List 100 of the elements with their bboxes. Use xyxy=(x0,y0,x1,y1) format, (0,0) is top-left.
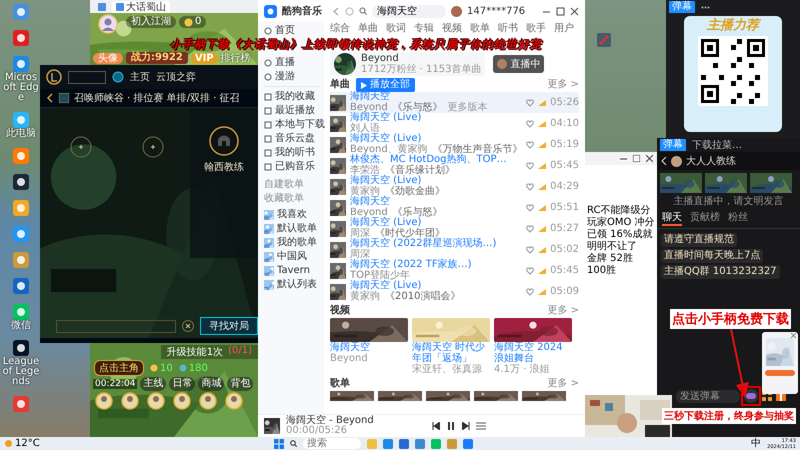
sidebar-item[interactable]: 首页 xyxy=(264,24,324,37)
app-icon[interactable] xyxy=(12,339,30,357)
mode-tag[interactable]: 弹幕 xyxy=(669,1,695,13)
character-icon[interactable] xyxy=(121,392,139,410)
sidebar-item[interactable]: 漫游 xyxy=(264,70,324,83)
previous-icon[interactable] xyxy=(432,422,440,430)
playlist-tab[interactable]: 收藏歌单 xyxy=(264,191,304,205)
close-icon[interactable] xyxy=(570,6,579,16)
avatar-icon[interactable] xyxy=(98,14,118,34)
play-button[interactable] xyxy=(68,70,106,84)
more-link[interactable]: 更多 > xyxy=(547,377,579,391)
close-icon[interactable] xyxy=(182,320,194,332)
menu-button[interactable]: 商城 xyxy=(198,377,224,391)
search-tab[interactable]: 专辑 xyxy=(414,22,434,35)
download-button[interactable] xyxy=(765,370,795,376)
sidebar-item[interactable]: 已购音乐 xyxy=(264,160,324,173)
add-icon[interactable] xyxy=(70,136,92,158)
song-title[interactable]: 海阔天空 (2022群星巡演现场…) xyxy=(350,239,522,250)
sidebar-item[interactable]: 中国风 xyxy=(264,250,324,263)
search-tab[interactable]: 歌手 xyxy=(526,22,546,35)
search-tab[interactable]: 用户 xyxy=(554,22,574,35)
song-title[interactable]: 海阔天空 (Live) xyxy=(350,281,522,292)
sidebar-item[interactable]: 最近播放 xyxy=(264,104,324,117)
heart-icon[interactable] xyxy=(526,162,534,170)
qr-code-icon[interactable] xyxy=(698,36,768,106)
menu-button[interactable]: 背包 xyxy=(227,377,254,391)
song-row[interactable]: 海阔天空 (Live) 刘人语 04:10 xyxy=(330,113,579,134)
username[interactable]: 147****776 xyxy=(467,6,526,16)
playlist-tab[interactable]: 自建歌单 xyxy=(264,177,304,191)
chat-input[interactable] xyxy=(56,320,176,332)
live-preview[interactable]: 直播中 xyxy=(493,55,544,73)
playlist-icon[interactable] xyxy=(476,422,486,430)
app-icon[interactable] xyxy=(12,173,30,191)
album-name[interactable]: 《万物生声音乐节》 xyxy=(432,144,523,155)
artist-name[interactable]: TOP登陆少年 xyxy=(350,270,410,281)
character-icon[interactable] xyxy=(95,392,113,410)
artist-name[interactable]: 周深 xyxy=(350,228,370,239)
maximize-icon[interactable] xyxy=(556,6,565,16)
sidebar-item[interactable]: 我的收藏 xyxy=(264,90,324,103)
menu-button[interactable]: 日常 xyxy=(169,377,196,391)
nav-tab[interactable]: 云顶之弈 xyxy=(156,70,196,84)
video-title[interactable]: 海阔天空 xyxy=(330,342,408,353)
album-name[interactable]: 《音乐缘计划》 xyxy=(385,166,455,176)
video-title[interactable]: 海阔天空 2024浪姐舞台 xyxy=(494,342,572,364)
artist-name[interactable]: Beyond xyxy=(350,102,388,113)
song-row[interactable]: 海阔天空 (2022群星巡演现场…) 周深 05:02 xyxy=(330,239,579,260)
browser-tab[interactable]: 大话蜀山 xyxy=(112,1,170,13)
gamepad-button[interactable] xyxy=(744,389,758,403)
desktop-icon-label[interactable]: 此电脑 xyxy=(2,129,40,139)
character-icon[interactable] xyxy=(199,392,217,410)
song-row[interactable]: 海阔天空 (Live) 黄家驹 《劲歌金曲》 04:29 xyxy=(330,176,579,197)
album-name[interactable]: 《乐与怒》 xyxy=(392,102,443,113)
weather-icon[interactable] xyxy=(4,439,13,448)
artist-name[interactable]: Beyond xyxy=(350,208,388,218)
weather-label[interactable]: 12°C xyxy=(15,438,40,450)
add-icon[interactable] xyxy=(142,136,164,158)
desktop-icon-label[interactable]: League of Legends xyxy=(2,357,40,387)
find-match-button[interactable]: 寻找对局 xyxy=(200,317,258,335)
song-title[interactable]: 海阔天空 xyxy=(350,197,522,208)
more-link[interactable]: 更多 > xyxy=(547,304,579,318)
song-title[interactable]: 海阔天空 (Live) xyxy=(350,113,522,124)
chat-input[interactable]: 发送弹幕 xyxy=(676,390,740,402)
avatar-icon[interactable] xyxy=(451,6,462,16)
menu-button[interactable]: 主线 xyxy=(140,377,166,391)
chat-tab[interactable]: 贡献榜 xyxy=(690,210,720,226)
desktop-icon-label[interactable]: 微信 xyxy=(2,321,40,331)
song-row[interactable]: 林俊杰、MC HotDog热狗、TOP… 李荣浩 《音乐缘计划》 05:45 xyxy=(330,155,579,176)
song-title[interactable]: 海阔天空 (Live) xyxy=(350,134,522,144)
gift-icon[interactable] xyxy=(776,391,786,401)
windows-icon[interactable] xyxy=(274,438,284,448)
heart-icon[interactable] xyxy=(526,182,534,190)
heart-icon[interactable] xyxy=(526,224,534,232)
artist-name[interactable]: 周深 xyxy=(350,250,370,260)
song-row[interactable]: 海阔天空 (Live) 黄家驹 《2010演唱会》 05:09 xyxy=(330,281,579,302)
next-icon[interactable] xyxy=(462,422,470,430)
heart-icon[interactable] xyxy=(526,204,534,212)
sidebar-item[interactable]: 我的歌单 xyxy=(264,236,324,249)
song-title[interactable]: 林俊杰、MC HotDog热狗、TOP… xyxy=(350,155,522,166)
artist-name[interactable]: 黄家驹 xyxy=(350,292,380,302)
search-tab[interactable]: 歌单 xyxy=(470,22,490,35)
character-icon[interactable] xyxy=(225,392,243,410)
search-field[interactable]: 搜索 xyxy=(303,438,361,449)
character-icon[interactable] xyxy=(147,392,165,410)
song-row[interactable]: 海阔天空 (Live) Beyond、黄家驹 《万物生声音乐节》 05:19 xyxy=(330,134,579,155)
character-icon[interactable] xyxy=(173,392,191,410)
song-row[interactable]: 海阔天空 (Live) 周深 《时代少年团》 05:27 xyxy=(330,218,579,239)
search-field[interactable]: 海阔天空 xyxy=(372,4,446,18)
search-tab[interactable]: 视频 xyxy=(442,22,462,35)
album-name[interactable]: 《时代少年团》 xyxy=(375,228,445,239)
more-link[interactable]: 更多 > xyxy=(547,78,579,92)
artist-name[interactable]: Beyond、黄家驹 xyxy=(350,144,428,155)
album-name[interactable]: 《2010演唱会》 xyxy=(385,292,460,302)
search-tab[interactable]: 综合 xyxy=(330,22,350,35)
pause-icon[interactable] xyxy=(446,421,456,431)
heart-icon[interactable] xyxy=(526,120,534,128)
refresh-icon[interactable] xyxy=(345,6,354,16)
sidebar-item[interactable]: 我喜欢 xyxy=(264,208,324,221)
maximize-icon[interactable] xyxy=(633,155,640,162)
sidebar-item[interactable]: 本地与下载 xyxy=(264,118,324,131)
song-title[interactable]: 海阔天空 (2022 TF家族…) xyxy=(350,260,522,270)
